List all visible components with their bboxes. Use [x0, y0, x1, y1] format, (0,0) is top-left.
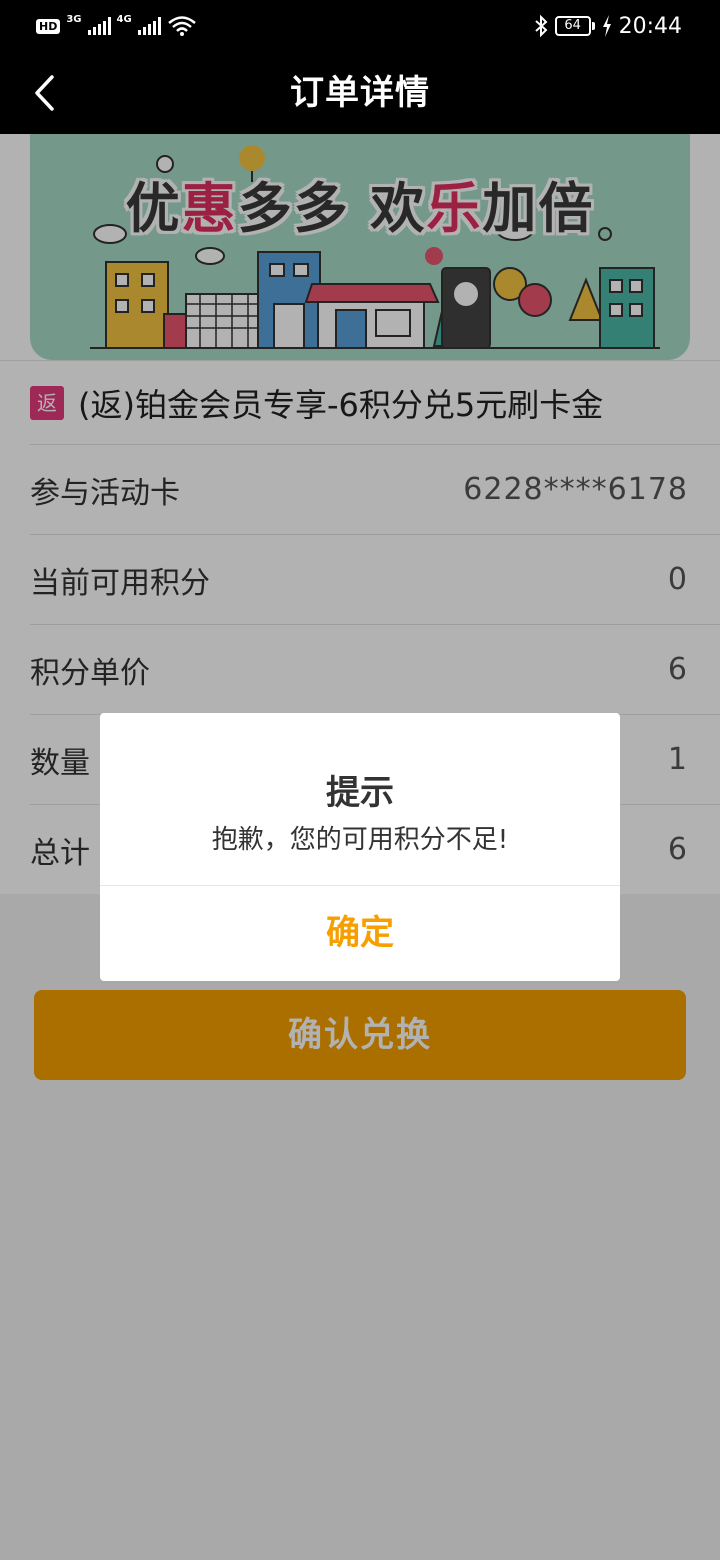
page-title: 订单详情: [290, 73, 430, 113]
dialog-message: 抱歉，您的可用积分不足!: [211, 825, 509, 855]
hd-badge: HD: [36, 18, 61, 34]
signal-strength-icon: [137, 17, 161, 35]
status-left: HD 3G 4G: [36, 12, 197, 40]
status-right: 64 20:44: [533, 12, 682, 40]
battery-tip: [591, 22, 595, 30]
dialog-ok-button[interactable]: 确定: [100, 886, 620, 981]
alert-dialog: 提示 抱歉，您的可用积分不足! 确定: [100, 713, 620, 981]
charging-icon: [602, 15, 611, 37]
wifi-icon: [167, 16, 196, 36]
status-bar: HD 3G 4G 64 20:44: [0, 0, 720, 52]
dialog-title: 提示: [326, 773, 394, 813]
sim2-network-label: 4G: [116, 14, 132, 25]
bluetooth-icon: [534, 14, 548, 38]
battery-level: 64: [554, 16, 591, 36]
sim1-network-label: 3G: [66, 14, 82, 25]
signal-strength-icon: [87, 17, 111, 35]
battery-indicator: 64: [554, 16, 595, 36]
nav-bar: 订单详情: [0, 52, 720, 134]
clock: 20:44: [618, 13, 682, 39]
